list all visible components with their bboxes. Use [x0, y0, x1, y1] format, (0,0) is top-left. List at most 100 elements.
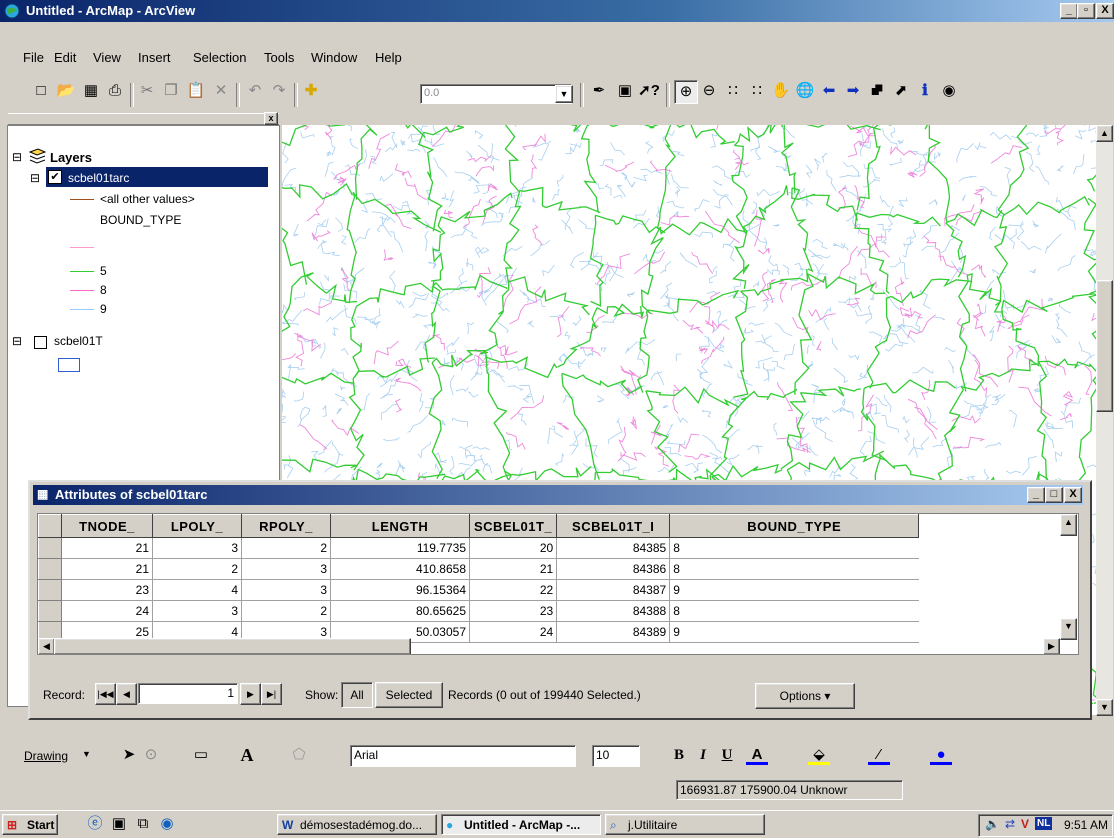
data-frame-label[interactable]: Layers	[50, 150, 92, 165]
network-icon[interactable]: ⇄	[1005, 817, 1015, 831]
table-row[interactable]: 2123410.865821843868	[39, 559, 919, 580]
table-cell[interactable]: 3	[153, 538, 242, 559]
layer2-checkbox-unchecked[interactable]	[34, 336, 47, 349]
marker-color-icon[interactable]: ●	[930, 744, 952, 765]
font-name-select[interactable]: Arial	[350, 745, 576, 767]
menu-selection[interactable]: Selection	[193, 50, 246, 65]
row-selector[interactable]	[39, 601, 62, 622]
show-desktop-icon[interactable]: ▣	[108, 813, 130, 835]
table-cell[interactable]: 9	[670, 580, 919, 601]
grid-scroll-left-icon[interactable]: ◀	[38, 638, 55, 655]
next-record-button[interactable]: ▶	[240, 683, 261, 705]
cut-icon[interactable]: ✂	[136, 80, 158, 102]
add-data-icon[interactable]: ✚	[300, 80, 322, 102]
toc-grip[interactable]	[8, 113, 279, 125]
undo-icon[interactable]: ↶	[244, 80, 266, 102]
scale-dropdown-chevron-down-icon[interactable]: ▼	[555, 85, 573, 103]
scroll-thumb[interactable]	[1096, 280, 1113, 412]
pan-hand-icon[interactable]: ✋	[770, 80, 792, 102]
col-header[interactable]: TNODE_	[62, 515, 153, 538]
table-cell[interactable]: 410.8658	[331, 559, 470, 580]
scroll-up-icon[interactable]: ▲	[1096, 125, 1113, 142]
attribute-grid[interactable]: TNODE_ LPOLY_ RPOLY_ LENGTH SCBEL01T_ SC…	[37, 513, 1079, 655]
rotate-icon[interactable]: ⊙	[140, 744, 162, 766]
redo-icon[interactable]: ↷	[268, 80, 290, 102]
menu-insert[interactable]: Insert	[138, 50, 171, 65]
table-cell[interactable]: 3	[242, 580, 331, 601]
menu-help[interactable]: Help	[375, 50, 402, 65]
table-cell[interactable]: 9	[670, 622, 919, 643]
italic-button[interactable]: I	[692, 744, 714, 766]
table-cell[interactable]: 20	[470, 538, 557, 559]
table-cell[interactable]: 24	[62, 601, 153, 622]
whats-this-help-icon[interactable]: ➚?	[638, 80, 660, 102]
underline-button[interactable]: U	[716, 744, 738, 766]
table-cell[interactable]: 21	[62, 559, 153, 580]
table-cell[interactable]: 22	[470, 580, 557, 601]
menu-edit[interactable]: Edit	[54, 50, 76, 65]
grid-hscroll-thumb[interactable]	[54, 638, 411, 655]
table-row[interactable]: 243280.6562523843888	[39, 601, 919, 622]
select-elements-pointer-icon[interactable]: ⬈	[890, 80, 912, 102]
maximize-button[interactable]: ▫	[1077, 3, 1095, 19]
taskbar-item-arcmap[interactable]: ● Untitled - ArcMap -...	[441, 814, 601, 835]
col-header[interactable]: LPOLY_	[153, 515, 242, 538]
layer-name[interactable]: scbel01tarc	[68, 171, 129, 185]
toc-close-icon[interactable]: x	[264, 112, 278, 125]
table-cell[interactable]: 96.15364	[331, 580, 470, 601]
table-cell[interactable]: 84385	[557, 538, 670, 559]
line-color-icon[interactable]: ⁄	[868, 744, 890, 765]
text-tool-icon[interactable]: A	[236, 744, 258, 766]
table-cell[interactable]: 4	[153, 580, 242, 601]
table-cell[interactable]: 23	[470, 601, 557, 622]
paste-icon[interactable]: 📋	[185, 80, 207, 102]
attribute-table-title-bar[interactable]: ▦ Attributes of scbel01tarc _ □ X	[33, 485, 1083, 505]
layer-checkbox-checked[interactable]: ✔	[48, 170, 62, 184]
attr-minimize-button[interactable]: _	[1027, 487, 1045, 503]
table-cell[interactable]: 80.65625	[331, 601, 470, 622]
taskbar-item-word[interactable]: W démosestadémog.do...	[277, 814, 437, 835]
fixed-zoom-in-icon[interactable]: ∷	[722, 80, 744, 102]
select-elements-pointer-icon[interactable]: ➤	[118, 744, 140, 766]
drawing-menu-button[interactable]: Drawing	[24, 749, 68, 763]
bold-button[interactable]: B	[668, 744, 690, 766]
layers-expander-icon[interactable]: ⊟	[12, 150, 22, 164]
row-selector[interactable]	[39, 559, 62, 580]
row-selector[interactable]	[39, 580, 62, 601]
forward-arrow-icon[interactable]: ➡	[842, 80, 864, 102]
table-cell[interactable]: 3	[153, 601, 242, 622]
full-extent-globe-icon[interactable]: 🌐	[794, 80, 816, 102]
table-cell[interactable]: 8	[670, 601, 919, 622]
find-binoculars-icon[interactable]: ◉	[938, 80, 960, 102]
table-cell[interactable]: 21	[470, 559, 557, 580]
attr-maximize-button[interactable]: □	[1045, 487, 1063, 503]
row-selector[interactable]	[39, 538, 62, 559]
fixed-zoom-out-icon[interactable]: ∷	[746, 80, 768, 102]
col-header[interactable]: RPOLY_	[242, 515, 331, 538]
grid-scroll-down-icon[interactable]: ▼	[1060, 618, 1077, 640]
menu-view[interactable]: View	[93, 50, 121, 65]
select-features-icon[interactable]: ⮼	[866, 80, 888, 102]
attr-close-button[interactable]: X	[1064, 487, 1082, 503]
options-button[interactable]: Options ▾	[755, 683, 855, 709]
table-cell[interactable]: 3	[242, 559, 331, 580]
table-cell[interactable]: 8	[670, 538, 919, 559]
language-indicator[interactable]: NL	[1035, 817, 1052, 830]
media-icon[interactable]: ◉	[156, 813, 178, 835]
previous-record-button[interactable]: ◀	[116, 683, 137, 705]
minimize-button[interactable]: _	[1060, 3, 1078, 19]
table-cell[interactable]: 84387	[557, 580, 670, 601]
scroll-down-icon[interactable]: ▼	[1096, 699, 1113, 716]
zoom-in-icon[interactable]: ⊕	[674, 80, 698, 104]
record-number-input[interactable]: 1	[138, 683, 238, 704]
layer2-name[interactable]: scbel01T	[54, 334, 103, 348]
table-cell[interactable]: 84386	[557, 559, 670, 580]
internet-explorer-icon[interactable]: ⓔ	[84, 813, 106, 835]
col-header[interactable]: SCBEL01T_	[470, 515, 557, 538]
new-document-icon[interactable]: □	[30, 80, 52, 102]
grid-scroll-up-icon[interactable]: ▲	[1060, 514, 1077, 536]
table-row[interactable]: 2132119.773520843858	[39, 538, 919, 559]
font-color-icon[interactable]: A	[746, 744, 768, 765]
speaker-icon[interactable]: 🔈	[985, 817, 1000, 831]
edit-vertices-icon[interactable]: ⬠	[288, 744, 310, 766]
